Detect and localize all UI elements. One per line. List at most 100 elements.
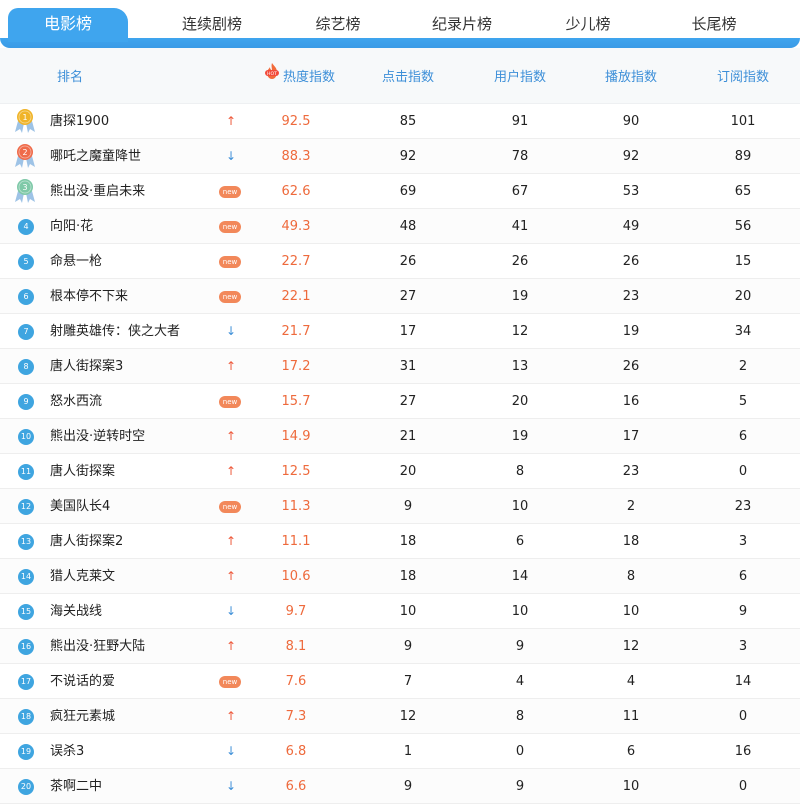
- click-value: 9: [403, 499, 413, 514]
- title-link[interactable]: 熊出没·重启未来: [50, 174, 145, 209]
- tab-movie[interactable]: 电影榜: [8, 8, 128, 42]
- subscribe-value: 9: [738, 604, 748, 619]
- click-value: 69: [399, 184, 417, 199]
- table-row[interactable]: 19 误杀3 ↓ 6.8 1 0 6 16: [0, 734, 800, 769]
- table-row[interactable]: 1 唐探1900 ↑ 92.5 85 91 90 101: [0, 104, 800, 139]
- title-link[interactable]: 怒水西流: [50, 384, 102, 419]
- table-row[interactable]: 15 海关战线 ↓ 9.7 10 10 10 9: [0, 594, 800, 629]
- user-value: 14: [511, 569, 529, 584]
- heat-value: 11.1: [281, 534, 311, 549]
- heat-value: 22.7: [281, 254, 311, 269]
- click-value: 31: [399, 359, 417, 374]
- title-link[interactable]: 熊出没·狂野大陆: [50, 629, 145, 664]
- new-badge: new: [219, 221, 241, 233]
- table-row[interactable]: 5 命悬一枪 new 22.7 26 26 26 15: [0, 244, 800, 279]
- play-value: 8: [626, 569, 636, 584]
- play-value: 23: [622, 464, 640, 479]
- header-user[interactable]: 用户指数: [470, 48, 570, 104]
- rank-badge: 7: [18, 324, 34, 340]
- title-link[interactable]: 命悬一枪: [50, 244, 102, 279]
- play-value: 10: [622, 779, 640, 794]
- click-value: 18: [399, 569, 417, 584]
- title-link[interactable]: 美国队长4: [50, 489, 110, 524]
- new-badge: new: [219, 186, 241, 198]
- user-value: 91: [511, 114, 529, 129]
- user-value: 6: [515, 534, 525, 549]
- header-rank: 排名: [56, 70, 83, 85]
- subscribe-value: 65: [734, 184, 752, 199]
- title-link[interactable]: 唐人街探案: [50, 454, 115, 489]
- tab-series[interactable]: 连续剧榜: [152, 10, 272, 38]
- tab-kids[interactable]: 少儿榜: [528, 10, 648, 38]
- table-row[interactable]: 9 怒水西流 new 15.7 27 20 16 5: [0, 384, 800, 419]
- heat-value: 49.3: [281, 219, 311, 234]
- table-row[interactable]: 7 射雕英雄传：侠之大者 ↓ 21.7 17 12 19 34: [0, 314, 800, 349]
- title-link[interactable]: 根本停不下来: [50, 279, 128, 314]
- table-row[interactable]: 3 熊出没·重启未来 new 62.6 69 67 53 65: [0, 174, 800, 209]
- user-value: 9: [515, 639, 525, 654]
- title-link[interactable]: 误杀3: [50, 734, 84, 769]
- user-value: 67: [511, 184, 529, 199]
- title-link[interactable]: 唐人街探案3: [50, 349, 123, 384]
- subscribe-value: 0: [738, 464, 748, 479]
- title-link[interactable]: 熊出没·逆转时空: [50, 419, 145, 454]
- tab-bar: 电影榜 连续剧榜 综艺榜 纪录片榜 少儿榜 长尾榜: [0, 0, 800, 48]
- svg-text:2: 2: [22, 148, 27, 157]
- header-heat-label: 热度指数: [282, 70, 335, 85]
- rank-badge: 16: [18, 639, 34, 655]
- header-play[interactable]: 播放指数: [581, 48, 681, 104]
- table-row[interactable]: 12 美国队长4 new 11.3 9 10 2 23: [0, 489, 800, 524]
- title-link[interactable]: 茶啊二中: [50, 769, 102, 804]
- header-subscribe[interactable]: 订阅指数: [693, 48, 793, 104]
- title-link[interactable]: 海关战线: [50, 594, 102, 629]
- arrow-down-icon: ↓: [225, 779, 237, 793]
- table-row[interactable]: 6 根本停不下来 new 22.1 27 19 23 20: [0, 279, 800, 314]
- rank-badge: 8: [18, 359, 34, 375]
- rank-badge: 15: [18, 604, 34, 620]
- table-row[interactable]: 14 猎人克莱文 ↑ 10.6 18 14 8 6: [0, 559, 800, 594]
- table-row[interactable]: 17 不说话的爱 new 7.6 7 4 4 14: [0, 664, 800, 699]
- rank-badge: 5: [18, 254, 34, 270]
- subscribe-value: 23: [734, 499, 752, 514]
- header-heat[interactable]: HOT 热度指数: [250, 48, 350, 104]
- title-link[interactable]: 射雕英雄传：侠之大者: [50, 314, 180, 349]
- arrow-up-icon: ↑: [225, 709, 237, 723]
- title-link[interactable]: 唐探1900: [50, 104, 109, 139]
- play-value: 49: [622, 219, 640, 234]
- rank-medal-icon: 2: [15, 144, 35, 168]
- table-row[interactable]: 13 唐人街探案2 ↑ 11.1 18 6 18 3: [0, 524, 800, 559]
- table-row[interactable]: 16 熊出没·狂野大陆 ↑ 8.1 9 9 12 3: [0, 629, 800, 664]
- heat-value: 10.6: [281, 569, 311, 584]
- heat-value: 11.3: [281, 499, 311, 514]
- title-link[interactable]: 不说话的爱: [50, 664, 115, 699]
- user-value: 12: [511, 324, 529, 339]
- subscribe-value: 5: [738, 394, 748, 409]
- title-link[interactable]: 哪吒之魔童降世: [50, 139, 141, 174]
- table-row[interactable]: 11 唐人街探案 ↑ 12.5 20 8 23 0: [0, 454, 800, 489]
- table-row[interactable]: 4 向阳·花 new 49.3 48 41 49 56: [0, 209, 800, 244]
- arrow-up-icon: ↑: [225, 569, 237, 583]
- new-badge: new: [219, 676, 241, 688]
- play-value: 4: [626, 674, 636, 689]
- table-row[interactable]: 8 唐人街探案3 ↑ 17.2 31 13 26 2: [0, 349, 800, 384]
- tab-variety[interactable]: 综艺榜: [278, 10, 398, 38]
- header-click[interactable]: 点击指数: [358, 48, 458, 104]
- table-row[interactable]: 18 疯狂元素城 ↑ 7.3 12 8 11 0: [0, 699, 800, 734]
- play-value: 2: [626, 499, 636, 514]
- table-row[interactable]: 2 哪吒之魔童降世 ↓ 88.3 92 78 92 89: [0, 139, 800, 174]
- subscribe-value: 56: [734, 219, 752, 234]
- play-value: 17: [622, 429, 640, 444]
- title-link[interactable]: 向阳·花: [50, 209, 93, 244]
- rank-badge: 12: [18, 499, 34, 515]
- tab-longtail[interactable]: 长尾榜: [654, 10, 774, 38]
- table-row[interactable]: 20 茶啊二中 ↓ 6.6 9 9 10 0: [0, 769, 800, 804]
- table-row[interactable]: 10 熊出没·逆转时空 ↑ 14.9 21 19 17 6: [0, 419, 800, 454]
- title-link[interactable]: 猎人克莱文: [50, 559, 115, 594]
- title-link[interactable]: 唐人街探案2: [50, 524, 123, 559]
- arrow-up-icon: ↑: [225, 639, 237, 653]
- click-value: 27: [399, 289, 417, 304]
- heat-value: 88.3: [281, 149, 311, 164]
- heat-value: 7.3: [285, 709, 307, 724]
- title-link[interactable]: 疯狂元素城: [50, 699, 115, 734]
- tab-documentary[interactable]: 纪录片榜: [402, 10, 522, 38]
